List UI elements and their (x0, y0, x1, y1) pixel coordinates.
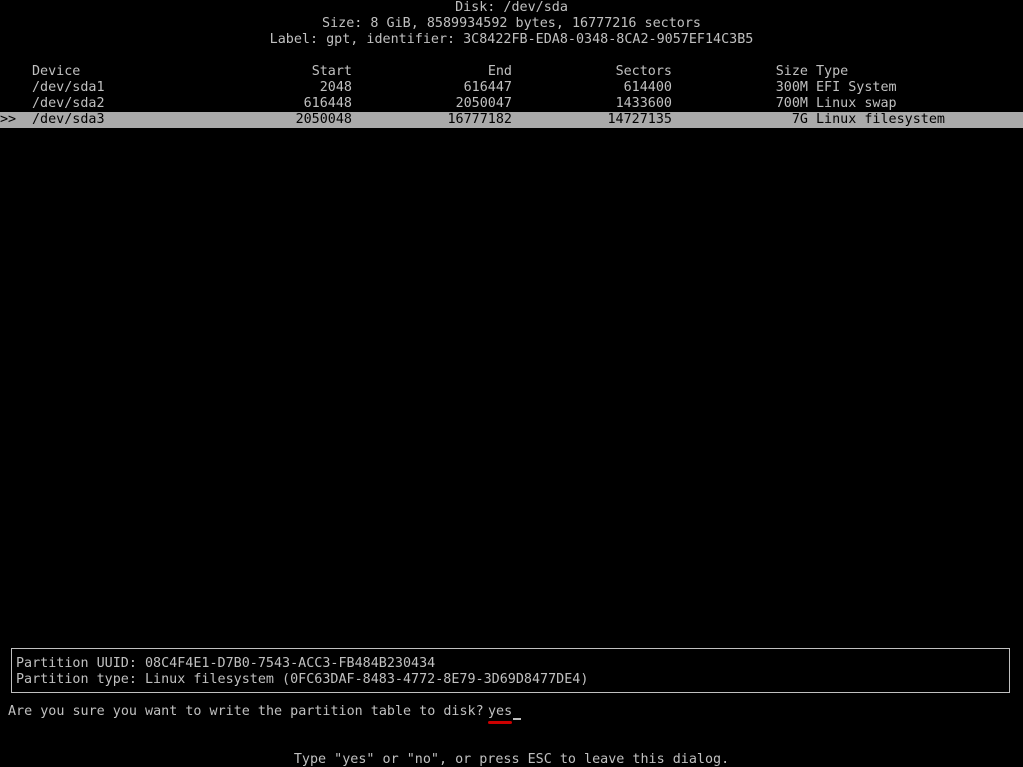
spellcheck-underline (488, 721, 512, 724)
disk-label: Label: gpt, identifier: 3C8422FB-EDA8-03… (269, 32, 754, 47)
dialog-hint: Type "yes" or "no", or press ESC to leav… (293, 752, 730, 767)
row-start: 2050048 (295, 112, 352, 127)
row-type: Linux swap (816, 96, 897, 111)
row-device: /dev/sda2 (32, 96, 105, 111)
partition-row-sda1[interactable]: /dev/sda1 2048 616447 614400 300M EFI Sy… (0, 80, 1023, 96)
partition-uuid: Partition UUID: 08C4F4E1-D7B0-7543-ACC3-… (16, 656, 436, 671)
row-device: /dev/sda1 (32, 80, 105, 95)
disk-size: Size: 8 GiB, 8589934592 bytes, 16777216 … (322, 16, 701, 31)
column-header-sectors: Sectors (615, 64, 672, 79)
row-end: 616447 (463, 80, 512, 95)
row-size: 300M (775, 80, 808, 95)
column-header-device: Device (32, 64, 81, 79)
disk-title: Disk: /dev/sda (455, 0, 568, 15)
partition-type: Partition type: Linux filesystem (0FC63D… (16, 672, 589, 687)
row-end: 16777182 (447, 112, 513, 127)
row-sectors: 614400 (623, 80, 672, 95)
column-header-end: End (487, 64, 512, 79)
column-header-size: Size (775, 64, 808, 79)
row-size: 7G (791, 112, 808, 127)
write-confirm-input[interactable]: yes (488, 704, 512, 720)
write-confirm-question: Are you sure you want to write the parti… (8, 704, 484, 719)
row-start: 2048 (319, 80, 352, 95)
row-sectors: 1433600 (615, 96, 672, 111)
row-type: EFI System (816, 80, 897, 95)
partition-row-sda3[interactable]: >> /dev/sda3 2050048 16777182 14727135 7… (0, 112, 1023, 128)
row-end: 2050047 (455, 96, 512, 111)
row-size: 700M (775, 96, 808, 111)
terminal-screen: Disk: /dev/sda Size: 8 GiB, 8589934592 b… (0, 0, 1023, 767)
partition-row-sda2[interactable]: /dev/sda2 616448 2050047 1433600 700M Li… (0, 96, 1023, 112)
column-header-start: Start (311, 64, 352, 79)
row-sectors: 14727135 (607, 112, 673, 127)
row-type: Linux filesystem (816, 112, 945, 127)
selection-marker: >> (0, 112, 17, 127)
row-device: /dev/sda3 (32, 112, 105, 127)
column-header-type: Type (816, 64, 849, 79)
row-start: 616448 (303, 96, 352, 111)
text-cursor (513, 718, 521, 720)
